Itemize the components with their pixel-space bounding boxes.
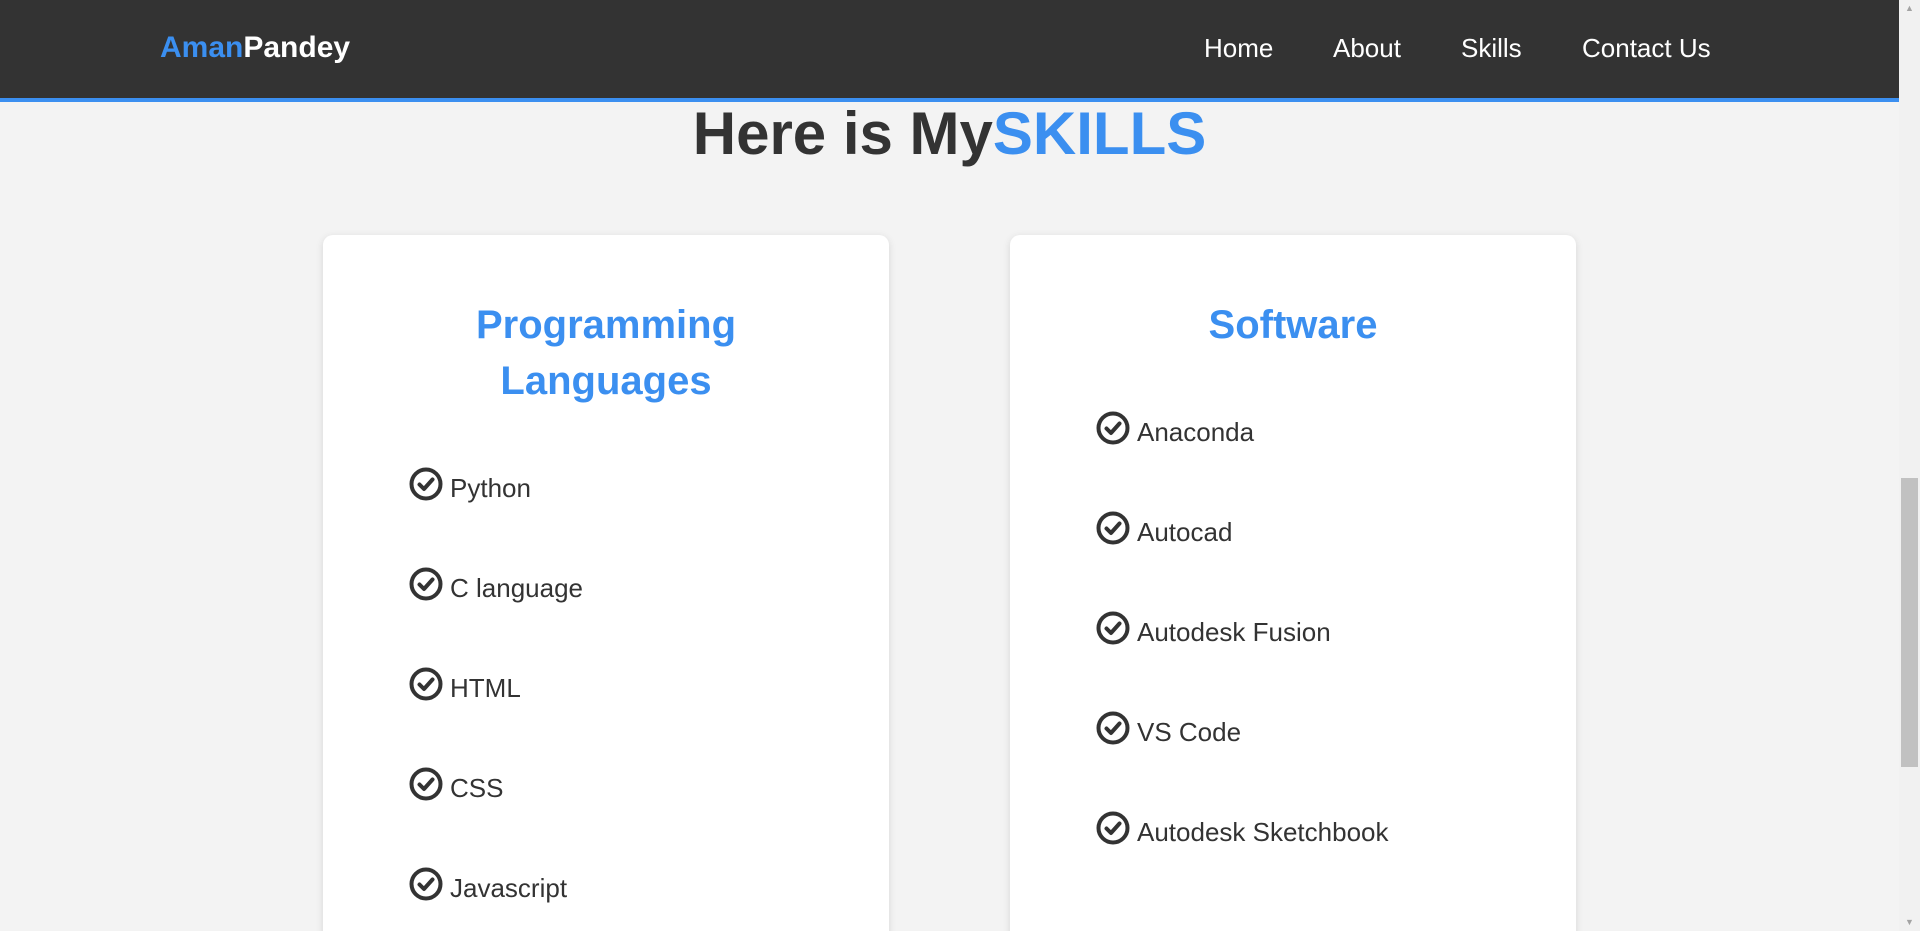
skill-label: Autodesk Sketchbook bbox=[1137, 817, 1389, 847]
list-item: HTML bbox=[409, 667, 583, 771]
list-item: Autodesk Sketchbook bbox=[1096, 811, 1389, 915]
skill-label: Javascript bbox=[450, 873, 568, 903]
list-item: Anaconda bbox=[1096, 411, 1389, 515]
vertical-scrollbar[interactable]: ▲ ▼ bbox=[1899, 0, 1920, 931]
list-item: Autodesk Fusion bbox=[1096, 611, 1389, 715]
list-item: VS Code bbox=[1096, 711, 1389, 815]
skill-label: Python bbox=[450, 473, 531, 503]
card-title: Programming Languages bbox=[475, 303, 737, 403]
check-circle-icon bbox=[1096, 811, 1130, 845]
check-circle-icon bbox=[409, 867, 443, 901]
skill-label: VS Code bbox=[1137, 717, 1242, 747]
page-heading: Here is MySKILLS bbox=[0, 98, 1899, 170]
list-item: CSS bbox=[409, 767, 583, 871]
page: AmanPandey Home About Skills Contact Us … bbox=[0, 0, 1920, 931]
skill-label: HTML bbox=[450, 673, 521, 703]
skill-label: Anaconda bbox=[1137, 417, 1255, 447]
list-item: Autocad bbox=[1096, 511, 1389, 615]
card-title: Software bbox=[1208, 303, 1378, 347]
arrow-down-icon[interactable]: ▼ bbox=[1899, 914, 1920, 931]
skill-list: Anaconda Autocad Autodesk Fusion VS Code… bbox=[1096, 411, 1389, 915]
site-logo[interactable]: AmanPandey bbox=[160, 30, 350, 66]
nav-link-about[interactable]: About bbox=[1333, 30, 1401, 66]
skill-label: CSS bbox=[450, 773, 504, 803]
skill-card-software: Software Anaconda Autocad Autodesk Fusio… bbox=[1010, 235, 1576, 931]
skill-label: C language bbox=[450, 573, 583, 603]
check-circle-icon bbox=[409, 667, 443, 701]
check-circle-icon bbox=[409, 567, 443, 601]
list-item: Python bbox=[409, 467, 583, 571]
check-circle-icon bbox=[1096, 411, 1130, 445]
list-item: Javascript bbox=[409, 867, 583, 931]
skill-label: Autodesk Fusion bbox=[1137, 617, 1331, 647]
nav-link-home[interactable]: Home bbox=[1204, 30, 1273, 66]
navbar: AmanPandey Home About Skills Contact Us bbox=[0, 0, 1899, 102]
arrow-up-icon[interactable]: ▲ bbox=[1899, 0, 1920, 17]
check-circle-icon bbox=[1096, 611, 1130, 645]
nav-link-contact-us[interactable]: Contact Us bbox=[1582, 30, 1711, 66]
check-circle-icon bbox=[1096, 711, 1130, 745]
nav-link-skills[interactable]: Skills bbox=[1461, 30, 1522, 66]
check-circle-icon bbox=[409, 467, 443, 501]
skill-card-programming-languages: Programming Languages Python C language … bbox=[323, 235, 889, 931]
list-item: C language bbox=[409, 567, 583, 671]
check-circle-icon bbox=[1096, 511, 1130, 545]
heading-prefix: Here is My bbox=[692, 100, 993, 167]
scrollbar-thumb[interactable] bbox=[1901, 478, 1918, 767]
heading-accent: SKILLS bbox=[992, 100, 1207, 167]
logo-last-name: Pandey bbox=[243, 31, 351, 64]
skill-label: Autocad bbox=[1137, 517, 1233, 547]
check-circle-icon bbox=[409, 767, 443, 801]
logo-first-name: Aman bbox=[160, 31, 244, 64]
skill-list: Python C language HTML CSS Javascript bbox=[409, 467, 583, 931]
